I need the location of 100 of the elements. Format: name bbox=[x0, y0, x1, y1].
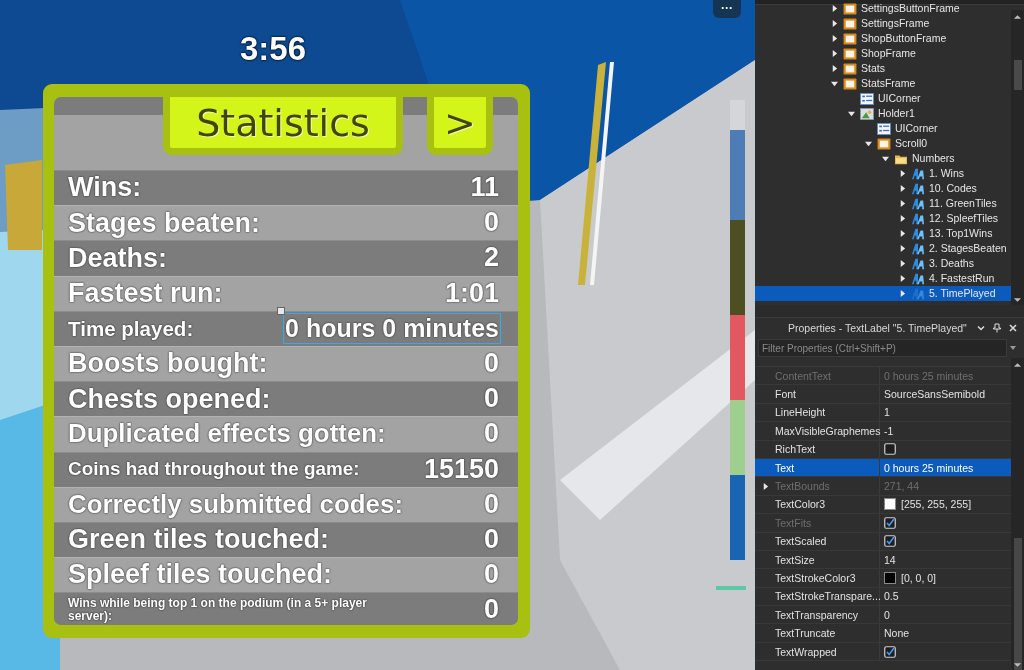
tree-item-name: StatsFrame bbox=[861, 78, 916, 89]
tree-item-name: ShopButtonFrame bbox=[861, 33, 947, 44]
checkbox[interactable] bbox=[884, 645, 896, 658]
expanded-arrow-icon[interactable] bbox=[830, 80, 838, 87]
scroll-down-icon[interactable] bbox=[1013, 662, 1022, 668]
tree-item[interactable]: 13. Top1Wins bbox=[755, 226, 1011, 241]
property-row[interactable]: TextWrapped bbox=[755, 642, 1011, 662]
property-row[interactable]: MaxVisibleGraphemes -1 bbox=[755, 422, 1011, 441]
collapsed-arrow-icon[interactable] bbox=[830, 65, 838, 72]
tree-item[interactable]: Stats bbox=[755, 61, 1011, 76]
scroll-up-icon[interactable] bbox=[1013, 362, 1022, 368]
stat-value: 0 bbox=[482, 382, 500, 416]
property-value: 0 hours 25 minutes bbox=[884, 461, 974, 474]
tree-item[interactable]: ShopButtonFrame bbox=[755, 31, 1011, 46]
tree-item[interactable]: UICorner bbox=[755, 121, 1011, 136]
property-name: MaxVisibleGraphemes bbox=[775, 422, 880, 440]
scrollbar-thumb[interactable] bbox=[1013, 538, 1022, 670]
scroll-down-icon[interactable] bbox=[1013, 297, 1022, 303]
tree-item-name: 1. Wins bbox=[929, 168, 964, 179]
resize-handle[interactable] bbox=[277, 306, 285, 315]
property-row[interactable]: LineHeight 1 bbox=[755, 403, 1011, 423]
stat-value: 1:01 bbox=[443, 276, 500, 310]
scrollbar-thumb[interactable] bbox=[1013, 60, 1022, 90]
tree-item[interactable]: 11. GreenTiles bbox=[755, 196, 1011, 211]
panel-title: Properties - TextLabel "5. TimePlayed" bbox=[788, 322, 968, 334]
tree-item[interactable]: 12. SpleefTiles bbox=[755, 211, 1011, 226]
text-label-icon bbox=[911, 272, 925, 285]
property-name: TextSize bbox=[775, 550, 880, 569]
property-value: -1 bbox=[884, 424, 894, 437]
color-swatch[interactable] bbox=[884, 498, 896, 511]
collapsed-arrow-icon[interactable] bbox=[898, 185, 906, 192]
pin-icon[interactable] bbox=[992, 323, 1002, 333]
property-row[interactable]: TextColor3 [255, 255, 255] bbox=[755, 495, 1011, 515]
tree-item[interactable]: Holder1 bbox=[755, 106, 1011, 121]
checkbox[interactable] bbox=[884, 535, 896, 548]
collapsed-arrow-icon[interactable] bbox=[898, 200, 906, 207]
collapsed-arrow-icon[interactable] bbox=[898, 170, 906, 177]
tree-item[interactable]: 1. Wins bbox=[755, 166, 1011, 181]
property-row[interactable]: TextSize 14 bbox=[755, 550, 1011, 570]
next-page-button[interactable]: > bbox=[427, 97, 493, 155]
tree-item[interactable]: 4. FastestRun bbox=[755, 271, 1011, 286]
tree-item[interactable]: SettingsButtonFrame bbox=[755, 1, 1011, 16]
tree-item-name: UICorner bbox=[878, 93, 921, 104]
stat-label: Green tiles touched: bbox=[68, 525, 330, 554]
expanded-arrow-icon[interactable] bbox=[881, 155, 889, 162]
property-name: TextFits bbox=[775, 514, 880, 532]
menu-button[interactable]: ··· bbox=[713, 0, 741, 18]
property-row[interactable]: Font SourceSansSemibold bbox=[755, 385, 1011, 404]
property-value: 14 bbox=[884, 553, 896, 566]
frame-icon bbox=[843, 17, 857, 30]
tree-item[interactable]: Numbers bbox=[755, 151, 1011, 166]
property-row[interactable]: TextScaled bbox=[755, 532, 1011, 551]
tree-item[interactable]: ShopFrame bbox=[755, 46, 1011, 61]
property-row[interactable]: TextTransparency 0 bbox=[755, 606, 1011, 625]
collapsed-arrow-icon[interactable] bbox=[830, 35, 838, 42]
collapsed-arrow-icon[interactable] bbox=[830, 5, 838, 12]
collapsed-arrow-icon[interactable] bbox=[830, 50, 838, 57]
expanded-arrow-icon[interactable] bbox=[864, 140, 872, 147]
chevron-down-icon[interactable] bbox=[976, 323, 986, 333]
tree-item-name: ShopFrame bbox=[861, 48, 916, 59]
tree-item[interactable]: 5. TimePlayed bbox=[755, 286, 1011, 301]
tree-item[interactable]: 2. StagesBeaten bbox=[755, 241, 1011, 256]
collapsed-arrow-icon[interactable] bbox=[898, 275, 906, 282]
tree-item[interactable]: Scroll0 bbox=[755, 136, 1011, 151]
collapsed-arrow-icon[interactable] bbox=[898, 215, 906, 222]
stat-label: Correctly submitted codes: bbox=[68, 490, 403, 518]
collapsed-arrow-icon[interactable] bbox=[898, 260, 906, 267]
list-icon bbox=[860, 92, 874, 105]
collapsed-arrow-icon[interactable] bbox=[898, 290, 906, 297]
property-row[interactable]: TextTruncate None bbox=[755, 624, 1011, 643]
close-icon[interactable] bbox=[1008, 323, 1018, 333]
tree-item[interactable]: UICorner bbox=[755, 91, 1011, 106]
stat-value: 15150 bbox=[422, 452, 500, 486]
tree-item[interactable]: SettingsFrame bbox=[755, 16, 1011, 31]
expanded-arrow-icon[interactable] bbox=[847, 110, 855, 117]
collapsed-arrow-icon[interactable] bbox=[898, 245, 906, 252]
image-icon bbox=[860, 107, 874, 120]
statistics-title-button[interactable]: Statistics bbox=[163, 97, 403, 155]
text-label-icon bbox=[911, 287, 925, 300]
filter-field[interactable]: Filter Properties (Ctrl+Shift+P) bbox=[758, 339, 1007, 357]
tree-item[interactable]: 3. Deaths bbox=[755, 256, 1011, 271]
tree-item[interactable]: 10. Codes bbox=[755, 181, 1011, 196]
property-value: SourceSansSemibold bbox=[884, 388, 985, 401]
tree-item-name: UICorner bbox=[895, 123, 938, 134]
tree-item[interactable]: StatsFrame bbox=[755, 76, 1011, 91]
property-row[interactable]: TextStrokeColor3 [0, 0, 0] bbox=[755, 569, 1011, 588]
property-name: TextTruncate bbox=[775, 624, 880, 642]
scroll-up-icon[interactable] bbox=[1013, 14, 1022, 20]
property-row[interactable]: TextStrokeTranspare... 0.5 bbox=[755, 587, 1011, 607]
property-row[interactable]: RichText bbox=[755, 440, 1011, 459]
stat-label: Stages beaten: bbox=[68, 208, 261, 237]
collapsed-arrow-icon[interactable] bbox=[898, 230, 906, 237]
caret-icon[interactable] bbox=[1009, 345, 1017, 351]
checkbox[interactable] bbox=[884, 443, 896, 456]
stat-label: Wins: bbox=[68, 173, 142, 202]
stat-value: 0 bbox=[482, 347, 500, 381]
color-swatch[interactable] bbox=[884, 572, 896, 584]
collapsed-arrow-icon[interactable] bbox=[830, 20, 838, 27]
stat-value: 0 bbox=[482, 487, 500, 521]
tree-item-name: 12. SpleefTiles bbox=[929, 213, 999, 224]
